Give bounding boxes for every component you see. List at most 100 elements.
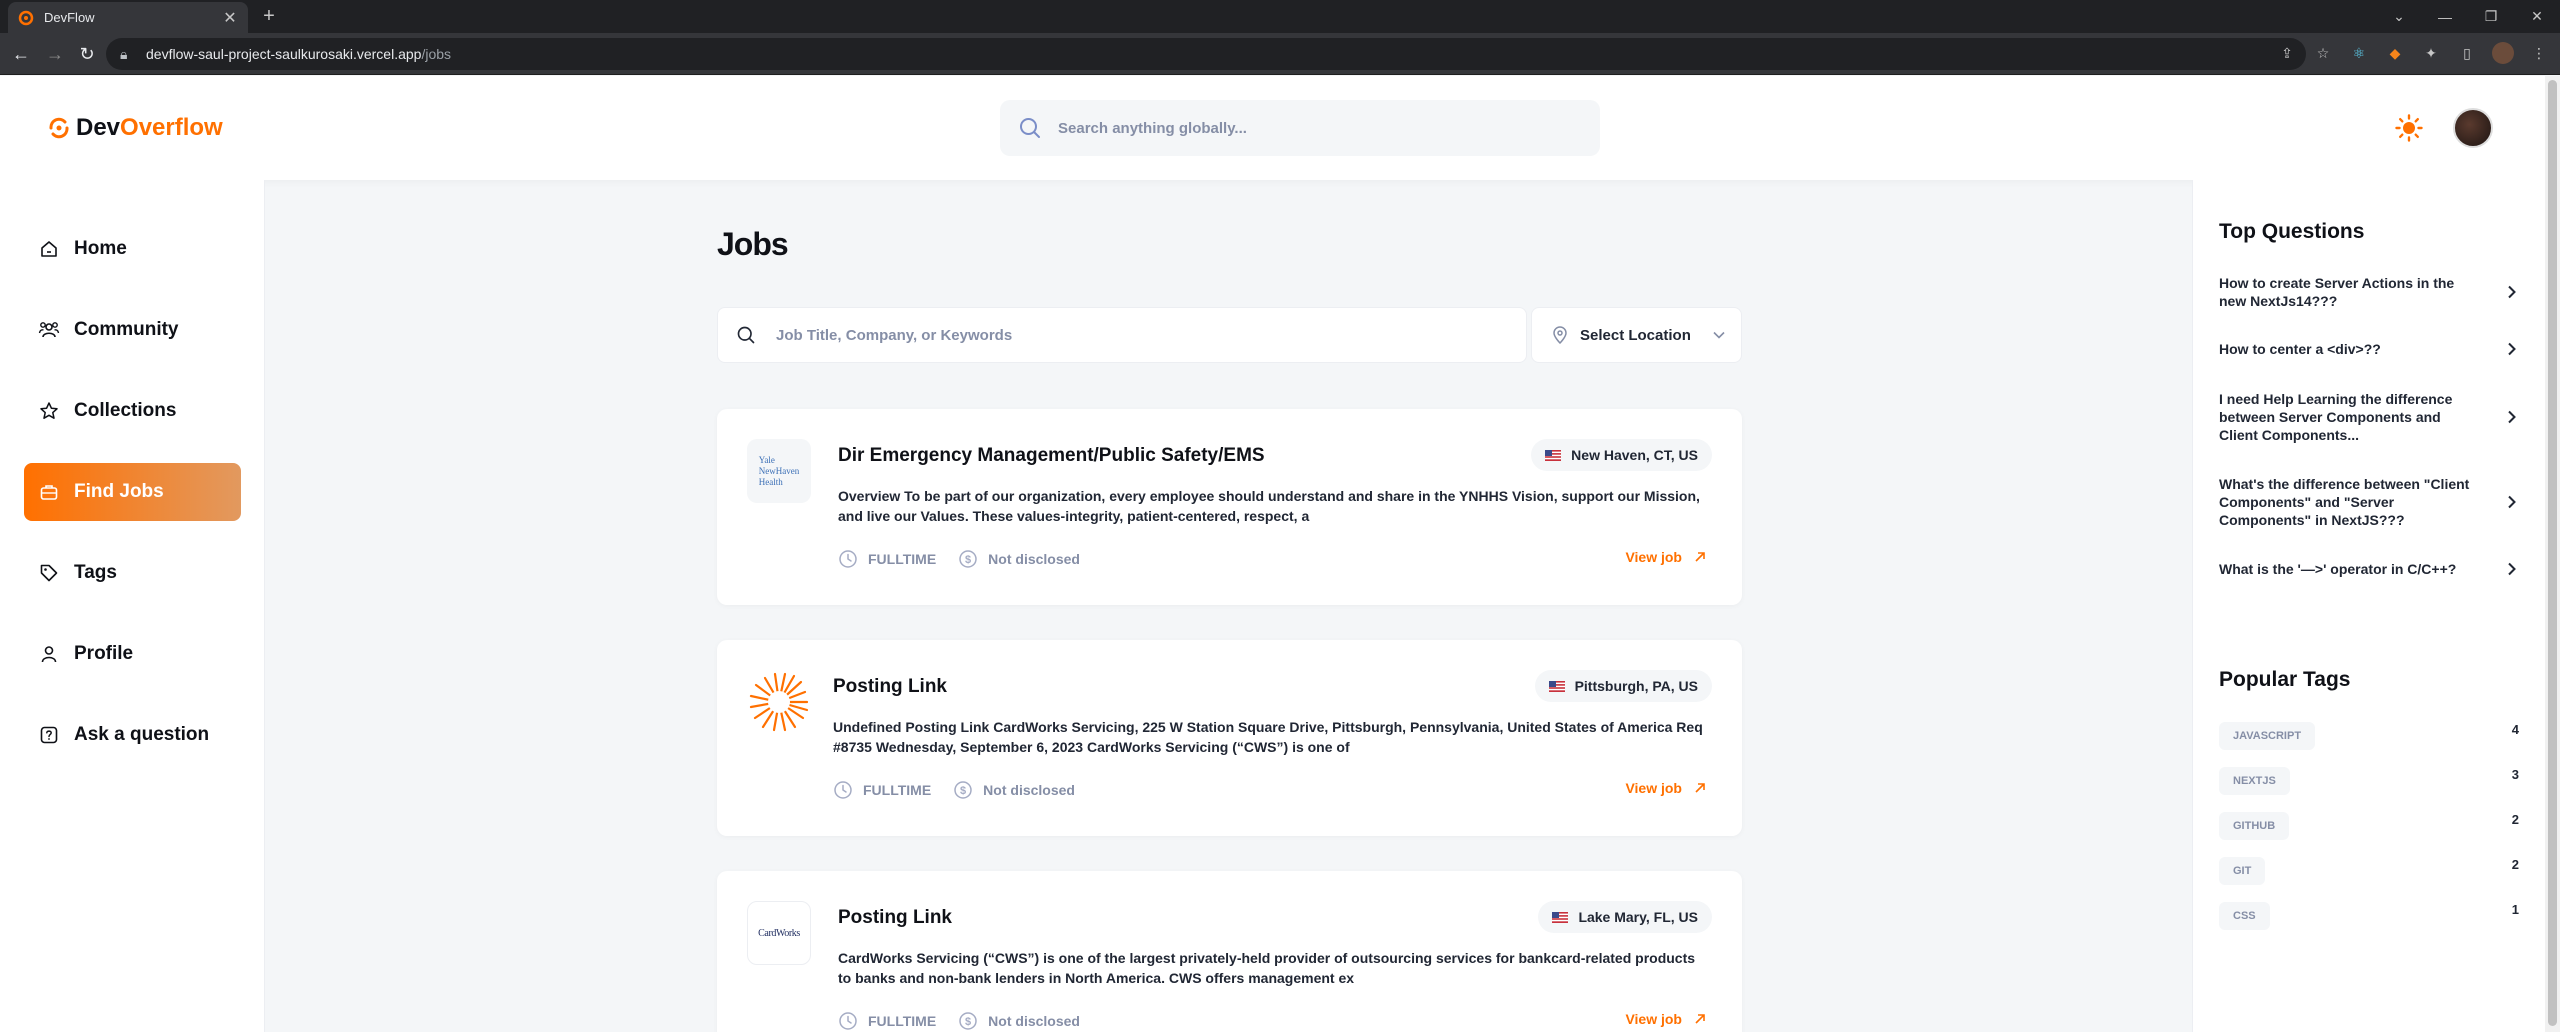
sidebar-item-profile[interactable]: Profile (24, 625, 241, 683)
browser-address-bar: ← → ↻ 🔒︎ devflow-saul-project-saulkurosa… (0, 33, 2560, 75)
devoverflow-logo[interactable]: Dev Overflow (46, 114, 223, 142)
page-scrollbar[interactable] (2545, 76, 2560, 1032)
top-question-item[interactable]: How to center a <div>?? (2219, 340, 2519, 358)
top-question-item[interactable]: What is the '—>' operator in C/C++? (2219, 560, 2519, 578)
company-logo-text: CardWorks (758, 927, 800, 939)
company-logo (747, 670, 811, 734)
tag-pill[interactable]: GITHUB (2219, 812, 2290, 840)
job-meta: FULLTIME $ Not disclosed (833, 780, 1075, 800)
restore-icon[interactable]: ❐ (2468, 8, 2514, 25)
forward-icon[interactable]: → (44, 43, 66, 65)
logo-line: Yale (758, 454, 775, 465)
new-tab-icon[interactable]: + (258, 6, 280, 28)
job-location: Pittsburgh, PA, US (1574, 678, 1698, 694)
right-sidebar: Top Questions How to create Server Actio… (2192, 180, 2545, 1032)
lock-icon: 🔒︎ (120, 45, 128, 62)
top-question-item[interactable]: I need Help Learning the difference betw… (2219, 390, 2519, 444)
sidebar-item-collections[interactable]: Collections (24, 382, 241, 440)
tag-pill[interactable]: GIT (2219, 857, 2266, 885)
job-meta: FULLTIME $ Not disclosed (838, 1011, 1080, 1031)
employment-type-label: FULLTIME (868, 551, 937, 567)
svg-text:$: $ (965, 1016, 971, 1028)
user-avatar[interactable] (2453, 108, 2493, 148)
job-search-bar[interactable] (717, 307, 1527, 363)
top-question-item[interactable]: What's the difference between "Client Co… (2219, 475, 2519, 529)
popular-tag-row[interactable]: JAVASCRIPT 4 (2219, 722, 2519, 750)
page-title: Jobs (717, 226, 789, 262)
logo-line: NewHaven (758, 465, 800, 476)
popular-tag-row[interactable]: NEXTJS 3 (2219, 767, 2519, 795)
chevron-right-icon (2508, 342, 2516, 356)
map-pin-icon (1553, 326, 1567, 344)
sidebar-item-community[interactable]: Community (24, 301, 241, 359)
view-job-link[interactable]: View job (1625, 1011, 1706, 1027)
close-window-icon[interactable]: ✕ (2514, 8, 2560, 25)
sidebar-item-find-jobs[interactable]: Find Jobs (24, 463, 241, 521)
tag-pill[interactable]: NEXTJS (2219, 767, 2290, 795)
sidebar-item-ask-question[interactable]: Ask a question (24, 706, 241, 764)
sun-theme-icon[interactable] (2395, 114, 2423, 142)
salary-label: Not disclosed (988, 1013, 1080, 1029)
browser-profile-avatar[interactable] (2492, 42, 2514, 64)
job-title: Posting Link (838, 907, 952, 928)
url-host: devflow-saul-project-saulkurosaki.vercel… (146, 46, 422, 62)
company-logo-text: Yale NewHaven Health (759, 455, 799, 488)
popular-tag-row[interactable]: CSS 1 (2219, 902, 2519, 930)
arrow-up-right-icon (1695, 552, 1705, 562)
tab-search-icon[interactable]: ⌄ (2376, 8, 2422, 25)
location-select[interactable]: Select Location (1531, 307, 1742, 363)
browser-menu-icon[interactable]: ⋮ (2528, 42, 2550, 64)
salary: $ Not disclosed (958, 1011, 1080, 1031)
minimize-icon[interactable]: — (2422, 9, 2468, 25)
top-question-text: How to center a <div>?? (2219, 341, 2381, 357)
sidebar-item-label: Profile (74, 643, 134, 664)
salary-label: Not disclosed (988, 551, 1080, 567)
sidebar-item-tags[interactable]: Tags (24, 544, 241, 602)
reload-icon[interactable]: ↻ (76, 43, 98, 65)
company-logo: Yale NewHaven Health (747, 439, 811, 503)
view-job-link[interactable]: View job (1625, 549, 1706, 565)
global-search-bar[interactable] (1000, 100, 1600, 156)
sidebar-item-label: Ask a question (74, 724, 210, 745)
job-location: Lake Mary, FL, US (1578, 909, 1698, 925)
sidebar-item-label: Home (74, 238, 127, 259)
logo-line: Health (758, 476, 783, 487)
metamask-icon[interactable]: ◆ (2384, 42, 2406, 64)
dollar-icon: $ (959, 550, 977, 568)
location-select-label: Select Location (1580, 326, 1691, 344)
popular-tag-row[interactable]: GIT 2 (2219, 857, 2519, 885)
job-card: Yale NewHaven Health Dir Emergency Manag… (717, 409, 1742, 605)
svg-text:$: $ (965, 554, 971, 566)
job-description: Overview To be part of our organization,… (838, 488, 1700, 524)
employment-type-label: FULLTIME (868, 1013, 937, 1029)
dollar-icon: $ (954, 781, 972, 799)
scrollbar-thumb[interactable] (2548, 80, 2557, 1026)
tag-pill[interactable]: CSS (2219, 902, 2270, 930)
tag-icon (38, 562, 60, 584)
clock-icon (839, 1012, 857, 1030)
us-flag-icon (1548, 680, 1565, 692)
view-job-link[interactable]: View job (1625, 780, 1706, 796)
url-field[interactable]: 🔒︎ devflow-saul-project-saulkurosaki.ver… (106, 38, 2306, 70)
home-icon (38, 238, 60, 260)
top-question-item[interactable]: How to create Server Actions in the new … (2219, 274, 2519, 310)
tag-pill[interactable]: JAVASCRIPT (2219, 722, 2316, 750)
employment-type-label: FULLTIME (863, 782, 932, 798)
url-path: /jobs (421, 46, 452, 62)
bookmark-star-icon[interactable]: ☆ (2312, 42, 2334, 64)
side-panel-icon[interactable]: ▯ (2456, 42, 2478, 64)
devflow-favicon-icon (18, 10, 34, 25)
browser-tab[interactable]: DevFlow ✕ (8, 2, 248, 33)
extensions-puzzle-icon[interactable]: ✦ (2420, 42, 2442, 64)
job-search-input[interactable] (776, 326, 1526, 344)
close-tab-icon[interactable]: ✕ (222, 8, 238, 28)
react-devtools-icon[interactable]: ⚛ (2348, 42, 2370, 64)
share-icon[interactable]: ⇪ (2276, 42, 2298, 64)
chevron-right-icon (2508, 495, 2516, 509)
sidebar-item-label: Community (74, 319, 179, 340)
sidebar-item-home[interactable]: Home (24, 220, 241, 278)
popular-tag-row[interactable]: GITHUB 2 (2219, 812, 2519, 840)
global-search-input[interactable] (1058, 119, 1600, 137)
sidebar-item-label: Find Jobs (74, 481, 164, 502)
back-icon[interactable]: ← (10, 43, 32, 65)
